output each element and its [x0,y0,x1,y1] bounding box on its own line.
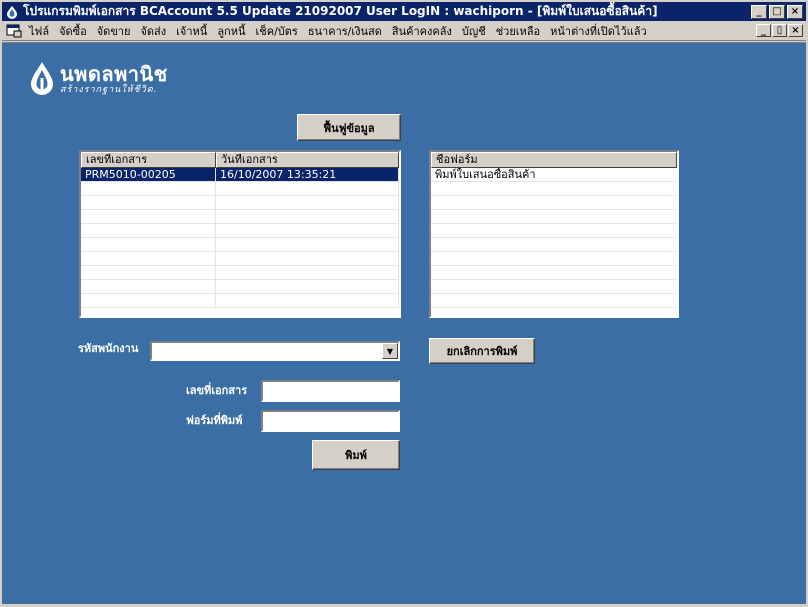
child-close-button[interactable]: × [788,24,803,37]
restore-data-button[interactable]: ฟื้นฟูข้อมูล [297,114,401,141]
menu-delivery[interactable]: จัดส่ง [135,22,171,40]
menu-purchase[interactable]: จัดซื้อ [54,22,92,40]
document-no-input[interactable] [261,380,400,402]
list-item[interactable]: พิมพ์ใบเสนอซื้อสินค้า [431,168,677,182]
child-restore-button[interactable]: ▯ [772,24,787,37]
cell-document-no: PRM5010-00205 [81,168,216,181]
document-window-icon[interactable] [6,24,22,38]
empty-row [431,294,677,308]
empty-row [81,266,399,280]
menu-sales[interactable]: จัดขาย [92,22,136,40]
maximize-button[interactable]: □ [769,4,785,19]
company-logo: นพดลพานิช สร้างรากฐานให้ชีวิต. [28,61,168,97]
table-row[interactable]: PRM5010-00205 16/10/2007 13:35:21 [81,168,399,182]
logo-name: นพดลพานิช [60,61,168,86]
empty-row [81,238,399,252]
window-title: โปรแกรมพิมพ์เอกสาร BCAccount 5.5 Update … [23,4,658,18]
employee-code-label: รหัสพนักงาน [78,342,139,355]
print-button[interactable]: พิมพ์ [312,440,400,470]
empty-row [81,210,399,224]
empty-row [81,196,399,210]
title-bar[interactable]: โปรแกรมพิมพ์เอกสาร BCAccount 5.5 Update … [2,2,806,21]
menu-accounting[interactable]: บัญชี [457,22,491,40]
menu-payables[interactable]: เจ้าหนี้ [171,22,212,40]
column-form-name[interactable]: ชื่อฟอร์ม [431,152,677,168]
document-no-label: เลขที่เอกสาร [186,384,248,397]
form-list[interactable]: ชื่อฟอร์ม พิมพ์ใบเสนอซื้อสินค้า [429,150,679,318]
menu-receivables[interactable]: ลูกหนี้ [212,22,250,40]
empty-row [81,294,399,308]
empty-row [431,280,677,294]
print-form-input[interactable] [261,410,400,432]
menu-inventory[interactable]: สินค้าคงคลัง [387,22,457,40]
cell-document-date: 16/10/2007 13:35:21 [216,168,399,181]
logo-slogan: สร้างรากฐานให้ชีวิต. [60,84,158,95]
empty-row [431,238,677,252]
chevron-down-icon[interactable]: ▼ [382,343,398,359]
menu-windows[interactable]: หน้าต่างที่เปิดไว้แล้ว [545,22,652,40]
empty-row [81,182,399,196]
column-document-no[interactable]: เลขที่เอกสาร [81,152,216,168]
close-button[interactable]: × [787,4,803,19]
empty-row [431,210,677,224]
empty-row [81,224,399,238]
menu-help[interactable]: ช่วยเหลือ [491,22,545,40]
app-icon [7,5,17,19]
column-document-date[interactable]: วันที่เอกสาร [216,152,399,168]
child-minimize-button[interactable]: _ [756,24,771,37]
empty-row [431,266,677,280]
empty-row [431,224,677,238]
cell-form-name: พิมพ์ใบเสนอซื้อสินค้า [435,168,536,181]
employee-code-combo[interactable]: ▼ [150,341,400,361]
cancel-print-button[interactable]: ยกเลิกการพิมพ์ [429,338,535,364]
empty-row [81,252,399,266]
menu-cheque-card[interactable]: เช็ค/บัตร [250,22,302,40]
water-drop-logo-icon [31,62,53,95]
print-document-window: นพดลพานิช สร้างรากฐานให้ชีวิต. ฟื้นฟูข้อ… [2,42,806,604]
empty-row [431,196,677,210]
empty-row [431,182,677,196]
print-form-label: ฟอร์มที่พิมพ์ [186,414,243,427]
empty-row [431,252,677,266]
minimize-button[interactable]: _ [751,4,767,19]
document-list[interactable]: เลขที่เอกสาร วันที่เอกสาร PRM5010-00205 … [79,150,401,318]
menu-file[interactable]: ไฟล์ [24,22,54,40]
menu-bar: ไฟล์ จัดซื้อ จัดขาย จัดส่ง เจ้าหนี้ ลูกห… [2,21,806,41]
empty-row [81,280,399,294]
menu-bank-cash[interactable]: ธนาคาร/เงินสด [303,22,387,40]
